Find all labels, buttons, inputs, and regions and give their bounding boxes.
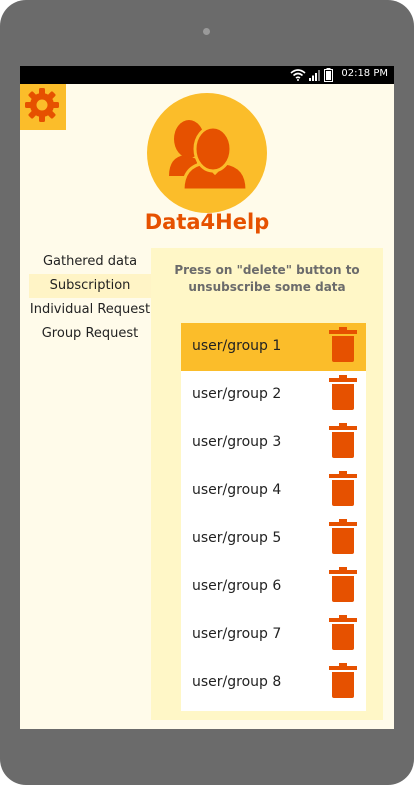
trash-icon <box>329 663 357 698</box>
menu-item-subscription[interactable]: Subscription <box>29 274 151 298</box>
list-item[interactable]: user/group 8 <box>181 659 366 707</box>
list-item-label: user/group 4 <box>192 482 282 498</box>
status-bar: 02:18 PM <box>20 66 394 84</box>
instruction-text: Press on "delete" button to unsubscribe … <box>174 263 360 294</box>
trash-icon <box>329 567 357 602</box>
delete-button[interactable] <box>328 375 358 411</box>
trash-icon <box>329 375 357 410</box>
delete-button[interactable] <box>328 567 358 603</box>
list-item-label: user/group 3 <box>192 434 282 450</box>
trash-icon <box>329 471 357 506</box>
wifi-icon <box>290 69 306 81</box>
list-item-label: user/group 8 <box>192 674 282 690</box>
settings-button[interactable] <box>20 84 66 130</box>
users-icon <box>169 120 249 192</box>
list-item[interactable]: user/group 1 <box>181 323 366 371</box>
menu-item-group-request[interactable]: Group Request <box>29 322 151 346</box>
trash-icon <box>329 423 357 458</box>
list-item-label: user/group 2 <box>192 386 282 402</box>
delete-button[interactable] <box>328 663 358 699</box>
trash-icon <box>329 327 357 362</box>
trash-icon <box>329 519 357 554</box>
delete-button[interactable] <box>328 423 358 459</box>
delete-button[interactable] <box>328 327 358 363</box>
app-title: Data4Help <box>144 210 270 234</box>
list-item[interactable]: user/group 2 <box>181 371 366 419</box>
battery-icon <box>324 68 333 82</box>
gear-icon <box>25 88 59 122</box>
status-time: 02:18 PM <box>341 68 388 79</box>
trash-icon <box>329 615 357 650</box>
delete-button[interactable] <box>328 471 358 507</box>
device-frame: 02:18 PM Data4Help Gathered data Subscri… <box>0 0 414 785</box>
list-item-label: user/group 7 <box>192 626 282 642</box>
screen: 02:18 PM Data4Help Gathered data Subscri… <box>20 66 394 729</box>
side-menu: Gathered data Subscription Individual Re… <box>29 250 151 346</box>
menu-item-gathered-data[interactable]: Gathered data <box>29 250 151 274</box>
list-item[interactable]: user/group 7 <box>181 611 366 659</box>
delete-button[interactable] <box>328 615 358 651</box>
list-item[interactable]: user/group 4 <box>181 467 366 515</box>
avatar <box>147 93 267 213</box>
delete-button[interactable] <box>328 519 358 555</box>
subscription-panel: Press on "delete" button to unsubscribe … <box>151 248 383 720</box>
list-item-label: user/group 1 <box>192 338 282 354</box>
list-item[interactable]: user/group 5 <box>181 515 366 563</box>
list-item-label: user/group 5 <box>192 530 282 546</box>
list-item[interactable]: user/group 3 <box>181 419 366 467</box>
list-item[interactable]: user/group 6 <box>181 563 366 611</box>
camera-dot <box>203 28 210 35</box>
subscription-list: user/group 1 user/group 2 user/group 3 user… <box>181 323 366 711</box>
list-item-label: user/group 6 <box>192 578 282 594</box>
menu-item-individual-request[interactable]: Individual Request <box>29 298 151 322</box>
signal-icon <box>309 70 320 81</box>
